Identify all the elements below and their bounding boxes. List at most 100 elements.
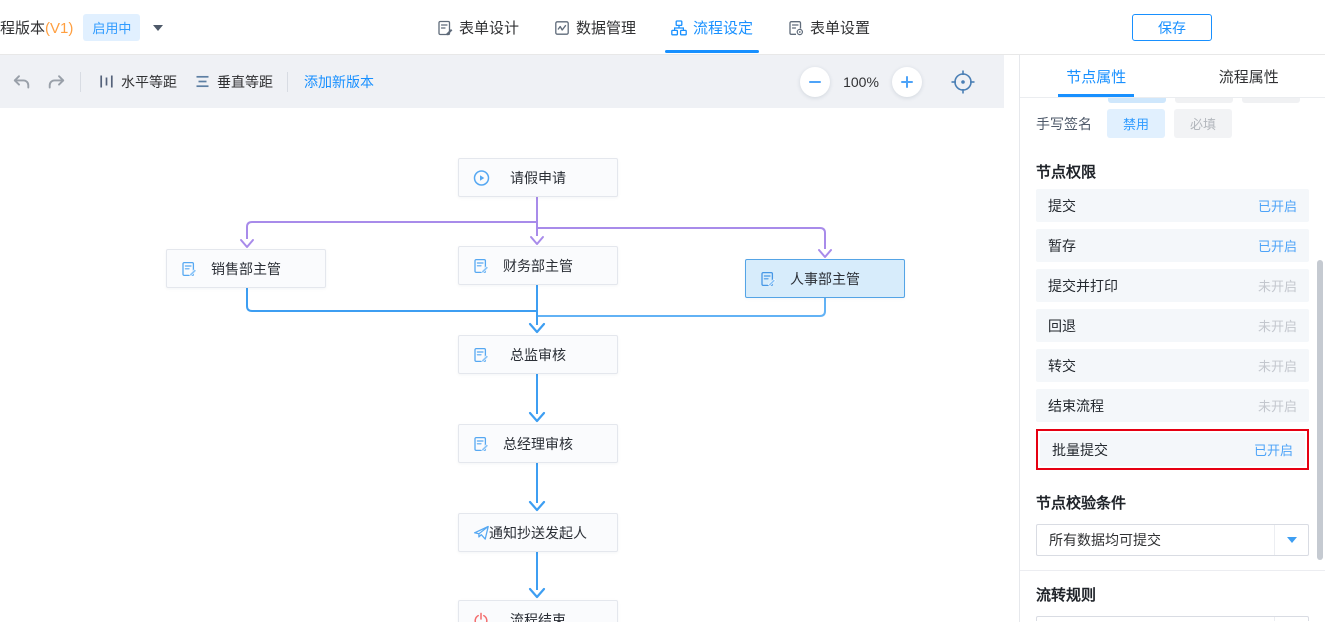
permission-label: 提交 <box>1048 196 1076 216</box>
form-design-icon <box>437 20 453 36</box>
flow-node-start[interactable]: 请假申请 <box>458 158 618 197</box>
target-icon <box>950 69 976 95</box>
flow-canvas[interactable]: 请假申请 销售部主管 财务部主管 人事部主管 <box>0 108 1019 622</box>
tab-flow-config[interactable]: 流程设定 <box>671 0 753 55</box>
permission-status: 已开启 <box>1258 196 1297 215</box>
tab-form-design[interactable]: 表单设计 <box>437 0 519 55</box>
transfer-rule-dropdown[interactable]: 任意负责人提交后进入下一节点 <box>1036 616 1309 621</box>
permission-status: 已开启 <box>1258 236 1297 255</box>
permission-row-end-flow[interactable]: 结束流程 未开启 <box>1036 389 1309 422</box>
permission-label: 暂存 <box>1048 236 1076 256</box>
form-edit-icon <box>473 347 489 363</box>
permission-row-batch-submit[interactable]: 批量提交 已开启 <box>1040 433 1305 466</box>
canvas-region: 水平等距 垂直等距 添加新版本 100% <box>0 55 1019 622</box>
status-badge: 启用中 <box>83 14 140 41</box>
form-edit-icon <box>473 258 489 274</box>
highlight-box: 批量提交 已开启 <box>1036 429 1309 470</box>
horizontal-space-icon <box>99 74 114 89</box>
canvas-toolbar: 水平等距 垂直等距 添加新版本 100% <box>0 55 1004 108</box>
permission-row-save-draft[interactable]: 暂存 已开启 <box>1036 229 1309 262</box>
permission-row-submit[interactable]: 提交 已开启 <box>1036 189 1309 222</box>
horizontal-space-label: 水平等距 <box>121 72 177 92</box>
flow-node-finance[interactable]: 财务部主管 <box>458 246 618 285</box>
locate-button[interactable] <box>950 69 976 95</box>
undo-icon <box>12 74 31 90</box>
flow-node-sales[interactable]: 销售部主管 <box>166 249 326 288</box>
panel-scrollbar[interactable] <box>1317 260 1323 560</box>
form-settings-icon <box>788 20 804 36</box>
undo-button[interactable] <box>12 74 31 90</box>
node-label: 总经理审核 <box>503 434 573 454</box>
vertical-space-label: 垂直等距 <box>217 72 273 92</box>
clipped-button <box>1175 98 1233 103</box>
clipped-row <box>1036 98 1309 103</box>
top-bar: 程版本(V1) 启用中 表单设计 数据管理 <box>0 0 1325 55</box>
redo-button[interactable] <box>47 74 66 90</box>
permission-status: 未开启 <box>1258 316 1297 335</box>
clipped-button <box>1242 98 1300 103</box>
node-label: 人事部主管 <box>790 269 860 289</box>
transfer-rule-title: 流转规则 <box>1036 584 1309 605</box>
signature-option-disable[interactable]: 禁用 <box>1107 109 1165 138</box>
minus-icon <box>808 75 822 89</box>
flow-node-end[interactable]: 流程结束 <box>458 600 618 622</box>
redo-icon <box>47 74 66 90</box>
permissions-title: 节点权限 <box>1036 161 1309 182</box>
node-label: 流程结束 <box>510 610 566 622</box>
node-label: 财务部主管 <box>503 256 573 276</box>
permission-status: 未开启 <box>1258 356 1297 375</box>
workspace: 水平等距 垂直等距 添加新版本 100% <box>0 55 1325 622</box>
form-edit-icon <box>473 436 489 452</box>
permission-label: 批量提交 <box>1052 440 1108 460</box>
tab-form-settings[interactable]: 表单设置 <box>788 0 870 55</box>
permission-label: 结束流程 <box>1048 396 1104 416</box>
plus-icon <box>900 75 914 89</box>
flow-node-director[interactable]: 总监审核 <box>458 335 618 374</box>
node-label: 通知抄送发起人 <box>489 523 587 543</box>
divider <box>1020 570 1325 571</box>
zoom-in-button[interactable] <box>892 67 922 97</box>
node-label: 请假申请 <box>510 168 566 188</box>
zoom-level: 100% <box>830 74 892 90</box>
permission-row-rollback[interactable]: 回退 未开启 <box>1036 309 1309 342</box>
dropdown-caret-box <box>1274 525 1308 555</box>
version-group: 程版本(V1) 启用中 <box>0 0 163 55</box>
add-version-link[interactable]: 添加新版本 <box>304 72 374 92</box>
flow-node-notify[interactable]: 通知抄送发起人 <box>458 513 618 552</box>
flow-node-hr[interactable]: 人事部主管 <box>745 259 905 298</box>
properties-panel: 节点属性 流程属性 手写签名 禁用 必填 节点权限 提交 已开启 暂存 已开启 <box>1019 55 1325 622</box>
chevron-down-icon[interactable] <box>153 25 163 31</box>
tab-label: 流程设定 <box>693 17 753 38</box>
validation-dropdown[interactable]: 所有数据均可提交 <box>1036 524 1309 556</box>
horizontal-space-button[interactable]: 水平等距 <box>99 72 177 92</box>
save-button[interactable]: 保存 <box>1132 14 1212 41</box>
power-icon <box>473 612 489 622</box>
tab-node-properties[interactable]: 节点属性 <box>1020 55 1173 97</box>
flow-config-icon <box>671 20 687 36</box>
version-tag: (V1) <box>45 20 73 37</box>
divider <box>80 72 81 92</box>
permission-status: 未开启 <box>1258 276 1297 295</box>
chevron-down-icon <box>1287 537 1297 543</box>
permission-status: 未开启 <box>1258 396 1297 415</box>
version-label: 程版本(V1) <box>0 17 73 38</box>
zoom-out-button[interactable] <box>800 67 830 97</box>
tab-flow-properties[interactable]: 流程属性 <box>1173 55 1325 97</box>
vertical-space-button[interactable]: 垂直等距 <box>195 72 273 92</box>
divider <box>287 72 288 92</box>
dropdown-caret-box <box>1274 617 1308 621</box>
vertical-space-icon <box>195 74 210 89</box>
clipped-button <box>1108 98 1166 103</box>
signature-option-required[interactable]: 必填 <box>1174 109 1232 138</box>
permission-label: 提交并打印 <box>1048 276 1118 296</box>
permission-row-submit-print[interactable]: 提交并打印 未开启 <box>1036 269 1309 302</box>
tab-label: 表单设置 <box>810 17 870 38</box>
permission-label: 回退 <box>1048 316 1076 336</box>
permission-row-transfer[interactable]: 转交 未开启 <box>1036 349 1309 382</box>
flow-node-gm[interactable]: 总经理审核 <box>458 424 618 463</box>
tab-data-manage[interactable]: 数据管理 <box>554 0 636 55</box>
data-manage-icon <box>554 20 570 36</box>
form-edit-icon <box>760 271 776 287</box>
permission-status: 已开启 <box>1254 440 1293 459</box>
tab-label: 数据管理 <box>576 17 636 38</box>
